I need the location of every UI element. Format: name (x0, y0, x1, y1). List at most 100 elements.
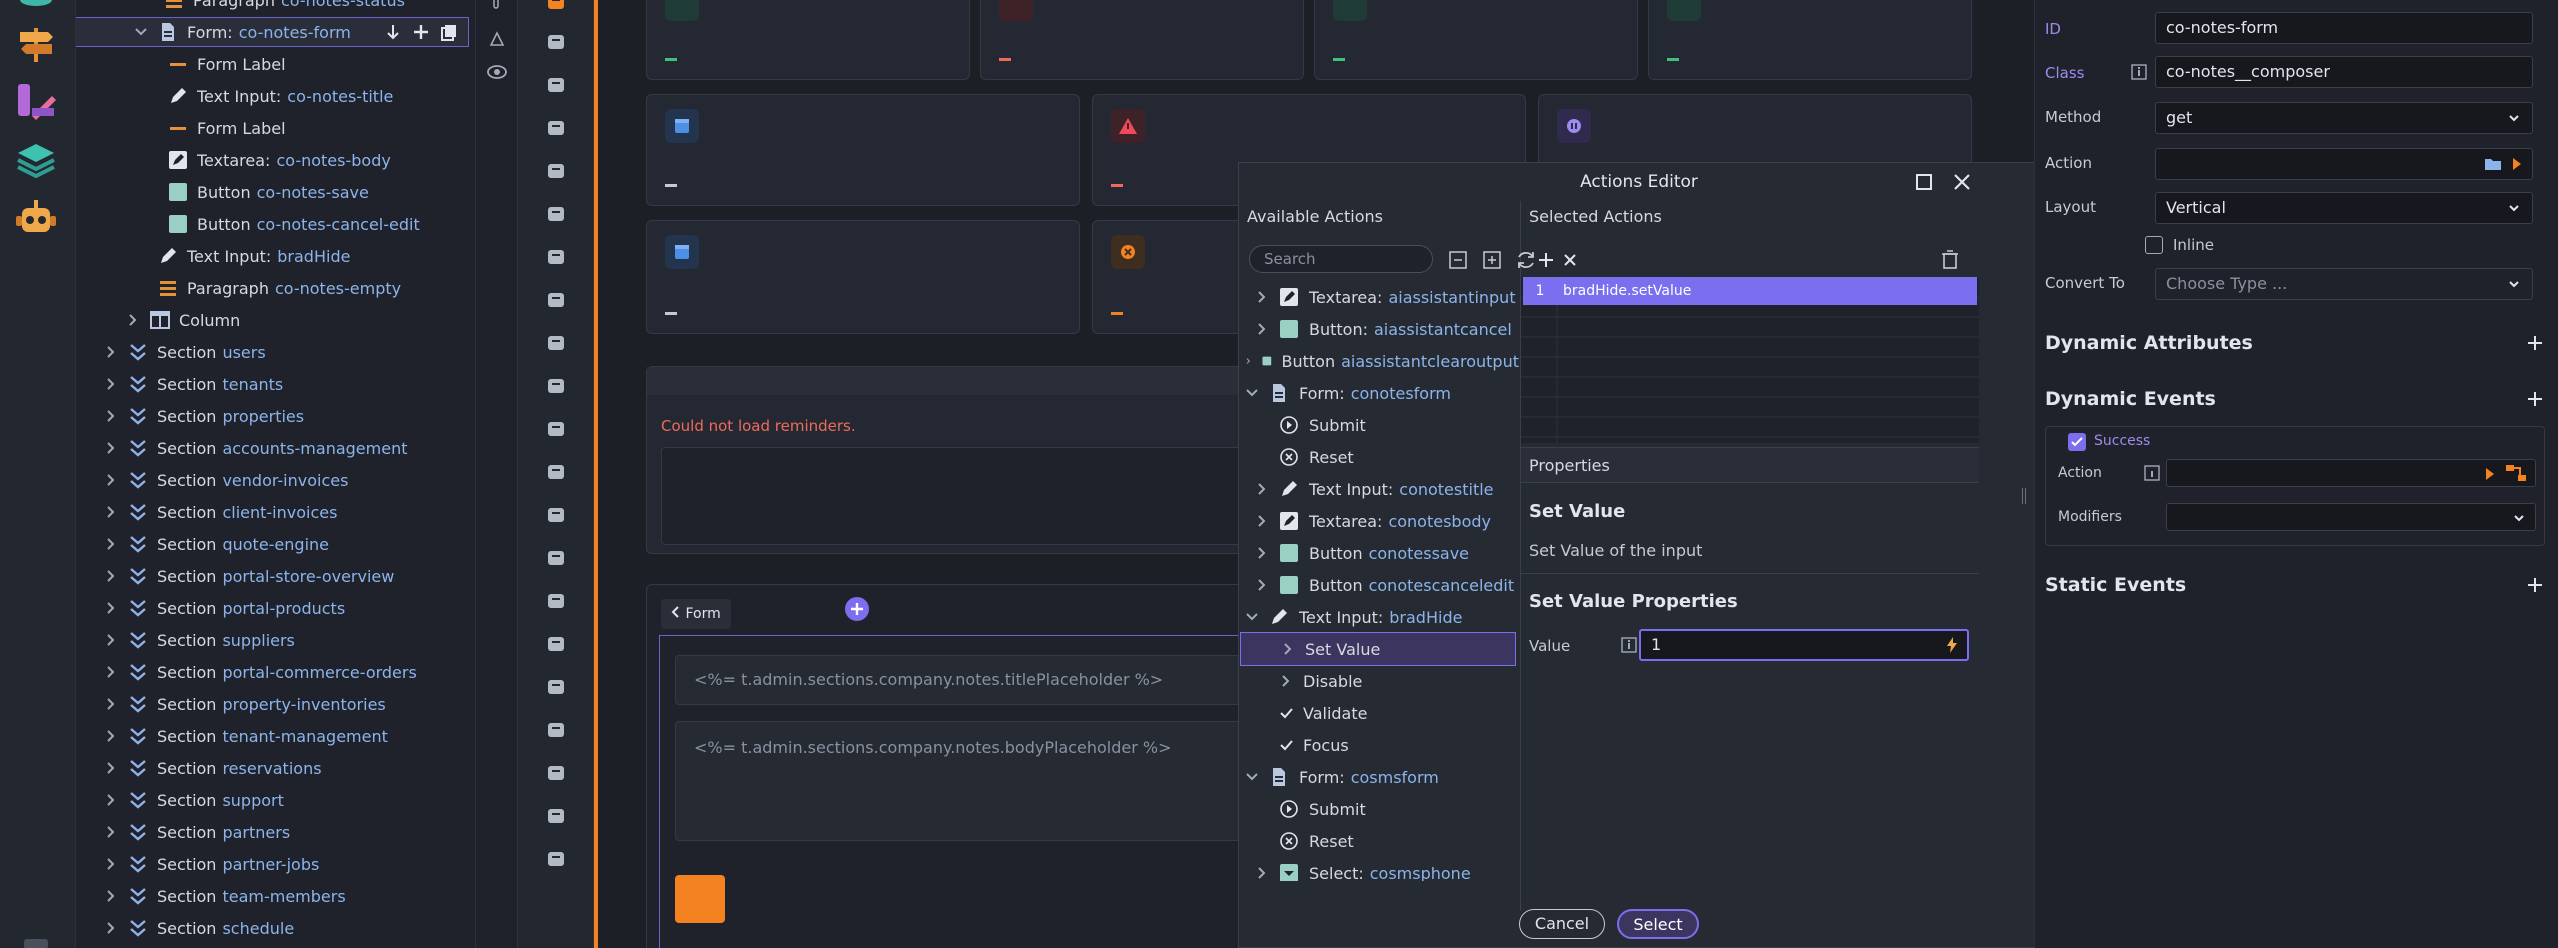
rail-more-icon[interactable] (14, 935, 58, 948)
refresh-icon[interactable] (1515, 249, 1537, 271)
folder-open-icon[interactable] (2484, 157, 2502, 171)
stat-card-2[interactable] (980, 0, 1304, 80)
filter-icon[interactable] (544, 73, 568, 97)
chevron-right-icon[interactable] (104, 537, 118, 551)
tree-item-section-portal-products[interactable]: Section portal-products (76, 594, 475, 622)
chevron-right-icon[interactable] (1255, 290, 1269, 304)
available-action-item[interactable]: Reset (1239, 825, 1519, 857)
available-action-item[interactable]: Button: aiassistantcancel (1239, 313, 1519, 345)
stat-card-4[interactable] (1648, 0, 1972, 80)
available-action-item[interactable]: Validate (1239, 697, 1519, 729)
tree-item-section-tenants[interactable]: Section tenants (76, 370, 475, 398)
calendar-icon[interactable] (544, 374, 568, 398)
selected-action-row[interactable]: 1 bradHide.setValue (1523, 277, 1977, 305)
lightning-icon[interactable] (1945, 637, 1959, 653)
layers-icon[interactable] (14, 138, 58, 182)
chevron-right-icon[interactable] (1279, 674, 1293, 688)
tree-item[interactable]: Form Label (76, 50, 475, 78)
document-icon[interactable] (544, 761, 568, 785)
chevron-right-icon[interactable] (104, 793, 118, 807)
chat-icon[interactable] (544, 116, 568, 140)
users-icon[interactable] (544, 417, 568, 441)
file-icon[interactable] (544, 718, 568, 742)
trash-icon[interactable] (1941, 249, 1959, 269)
available-action-item[interactable]: Set Value (1240, 632, 1516, 666)
stat-card-5[interactable] (646, 94, 1080, 206)
available-action-item[interactable]: Button conotescanceledit (1239, 569, 1519, 601)
info-icon[interactable] (488, 0, 504, 10)
add-element-button[interactable] (845, 597, 869, 621)
tree-item-section-reservations[interactable]: Section reservations (76, 754, 475, 782)
stat-card-1[interactable] (646, 0, 970, 80)
box-icon[interactable] (544, 288, 568, 312)
available-action-item[interactable]: Form: cosmsform (1239, 761, 1519, 793)
chevron-right-icon[interactable] (1281, 642, 1295, 656)
chart-icon[interactable] (544, 245, 568, 269)
available-action-item[interactable]: Submit (1239, 409, 1519, 441)
method-select[interactable]: get (2155, 102, 2533, 134)
stat-card-8[interactable] (646, 220, 1080, 334)
chevron-right-icon[interactable] (104, 729, 118, 743)
chevron-right-icon[interactable] (104, 825, 118, 839)
available-action-item[interactable]: Focus (1239, 729, 1519, 761)
tree-item-section-partners[interactable]: Section partners (76, 818, 475, 846)
chevron-right-icon[interactable] (1255, 322, 1269, 336)
collapse-all-icon[interactable] (1449, 251, 1467, 269)
chevron-right-icon[interactable] (104, 665, 118, 679)
chevron-right-icon[interactable] (104, 889, 118, 903)
chevron-right-icon[interactable] (1245, 354, 1252, 368)
truck-icon[interactable] (544, 589, 568, 613)
chevron-right-icon[interactable] (104, 409, 118, 423)
tree-item-section-suppliers[interactable]: Section suppliers (76, 626, 475, 654)
chevron-right-icon[interactable] (104, 377, 118, 391)
chevron-right-icon[interactable] (104, 441, 118, 455)
chevron-right-icon[interactable] (104, 857, 118, 871)
user-group-icon[interactable] (544, 503, 568, 527)
tree-item-section-vendor-invoices[interactable]: Section vendor-invoices (76, 466, 475, 494)
value-input[interactable]: 1 (1639, 629, 1969, 661)
id-input[interactable]: co-notes-form (2155, 12, 2533, 44)
chevron-right-icon[interactable] (126, 313, 140, 327)
chevron-right-icon[interactable] (1255, 514, 1269, 528)
tree-item-section-team-members[interactable]: Section team-members (76, 882, 475, 910)
add-dynamic-event-icon[interactable] (2526, 390, 2544, 408)
select-button[interactable]: Select (1617, 909, 1699, 939)
chevron-right-icon[interactable] (104, 921, 118, 935)
available-action-item[interactable]: Textarea: aiassistantinput (1239, 281, 1519, 313)
apps-icon[interactable] (544, 0, 568, 14)
class-input[interactable]: co-notes__composer (2155, 56, 2533, 88)
info-icon[interactable] (1621, 637, 1637, 653)
tree-item-section-quote-engine[interactable]: Section quote-engine (76, 530, 475, 558)
available-action-item[interactable]: Text Input: bradHide (1239, 601, 1519, 633)
body-textarea-preview[interactable]: <%= t.admin.sections.company.notes.bodyP… (675, 721, 1295, 841)
tree-item[interactable]: Text Input: co-notes-title (76, 82, 475, 110)
chevron-right-icon[interactable] (104, 569, 118, 583)
database-icon[interactable] (14, 0, 58, 24)
handshake-icon[interactable] (544, 546, 568, 570)
inline-checkbox[interactable] (2145, 236, 2163, 254)
stat-card-3[interactable] (1314, 0, 1638, 80)
tree-item-column[interactable]: Column (76, 306, 475, 334)
move-down-icon[interactable] (384, 23, 402, 41)
add-dynamic-attribute-icon[interactable] (2526, 334, 2544, 352)
tree-item-section-portal-store-overview[interactable]: Section portal-store-overview (76, 562, 475, 590)
tree-item-section-users[interactable]: Section users (76, 338, 475, 366)
comment-icon[interactable] (544, 202, 568, 226)
tree-item-section-schedule[interactable]: Section schedule (76, 914, 475, 942)
tree-item-section-partner-jobs[interactable]: Section partner-jobs (76, 850, 475, 878)
expand-all-icon[interactable] (1483, 251, 1501, 269)
tree-item[interactable]: Button co-notes-cancel-edit (76, 210, 475, 238)
tree-item-section-client-invoices[interactable]: Section client-invoices (76, 498, 475, 526)
success-checkbox[interactable] (2068, 433, 2086, 451)
save-button-preview[interactable] (675, 875, 725, 923)
home-icon[interactable] (544, 632, 568, 656)
chevron-down-icon[interactable] (134, 25, 148, 39)
user-settings-icon[interactable] (544, 460, 568, 484)
convert-select[interactable]: Choose Type ... (2155, 268, 2533, 300)
title-input-preview[interactable]: <%= t.admin.sections.company.notes.title… (675, 655, 1295, 705)
remove-action-icon[interactable] (1563, 253, 1577, 267)
file-alt-icon[interactable] (544, 847, 568, 871)
action-input[interactable] (2155, 148, 2533, 180)
clear-icon[interactable] (488, 30, 506, 48)
maximize-icon[interactable] (1915, 173, 1933, 191)
